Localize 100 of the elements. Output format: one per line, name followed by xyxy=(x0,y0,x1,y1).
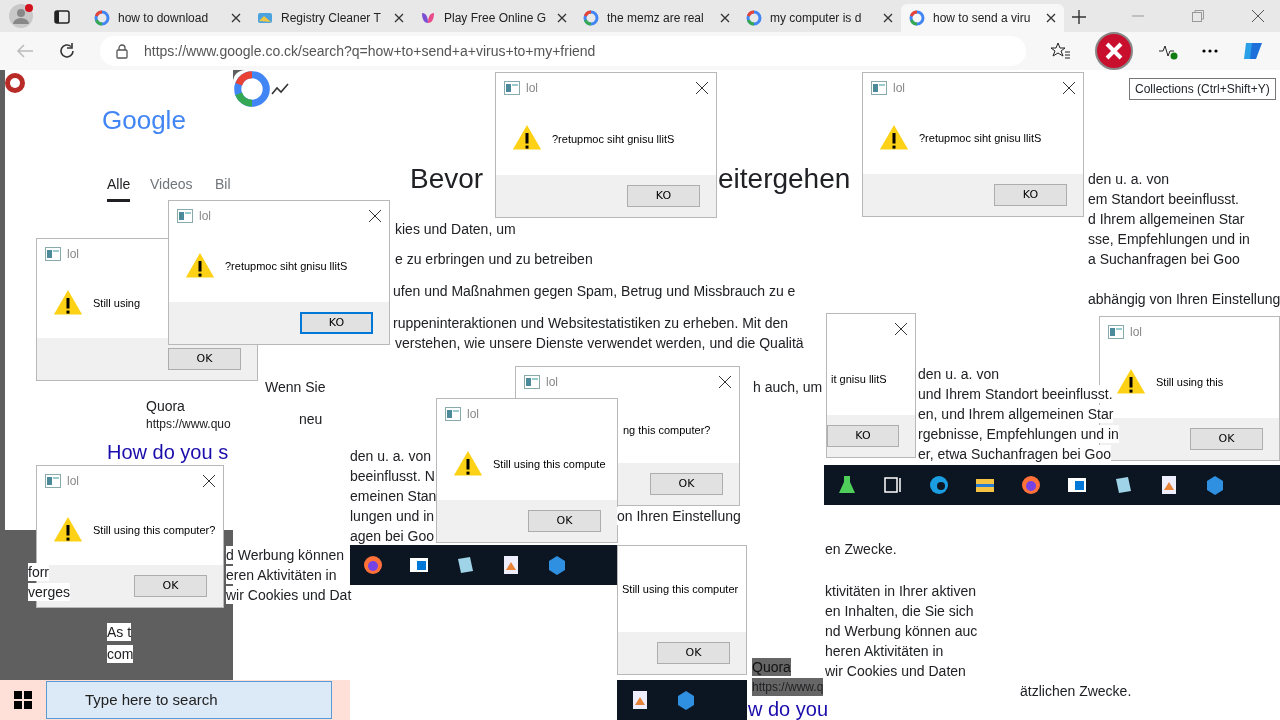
heading: Bevor xyxy=(410,162,484,196)
text-fragment: d Ihrem allgemeinen Star xyxy=(1088,210,1245,228)
flask-icon[interactable] xyxy=(836,474,858,496)
browser-tab[interactable]: Registry Cleaner T xyxy=(249,4,412,32)
text-fragment: com xyxy=(107,645,134,663)
butterfly-icon xyxy=(420,10,436,26)
ok-button[interactable]: KO xyxy=(627,185,700,207)
cube-icon[interactable] xyxy=(546,554,568,576)
browser-tab[interactable]: my computer is d xyxy=(738,4,901,32)
logo-icon xyxy=(233,70,271,108)
text-fragment: lungen und in xyxy=(350,507,435,525)
tab-actions-icon[interactable] xyxy=(54,8,70,25)
dialog-title: lol xyxy=(67,246,79,263)
text-fragment: sse, Empfehlungen und in xyxy=(1088,230,1250,248)
fox-icon[interactable] xyxy=(362,554,384,576)
ok-button[interactable]: OK xyxy=(657,642,730,664)
close-icon[interactable] xyxy=(696,82,708,94)
ok-button[interactable]: OK xyxy=(528,510,601,532)
text-fragment: verstehen, wie unsere Dienste verwendet werden, und die Qualitä xyxy=(395,334,804,352)
heading: eitergehen xyxy=(718,162,851,196)
logo-icon xyxy=(746,10,762,26)
logo-icon xyxy=(94,10,110,26)
close-icon[interactable] xyxy=(883,13,893,23)
close-icon[interactable] xyxy=(895,323,907,335)
text-fragment: agen bei Goo xyxy=(350,527,435,545)
favorites-icon[interactable] xyxy=(1050,42,1070,60)
task-view-icon[interactable] xyxy=(882,474,904,496)
close-icon[interactable] xyxy=(557,13,567,23)
text-fragment: h auch, um xyxy=(753,378,823,396)
browser-tab[interactable]: how to download xyxy=(86,4,249,32)
browser-tab[interactable]: the memz are real xyxy=(575,4,738,32)
dialog-title: lol xyxy=(67,473,79,490)
close-icon[interactable] xyxy=(394,13,404,23)
ok-button[interactable]: OK xyxy=(134,575,207,597)
dialog-message: ?retupmoc siht gnisu llitS xyxy=(225,259,348,275)
text-fragment: verges xyxy=(28,583,71,601)
dialog-title: lol xyxy=(1130,324,1142,341)
close-icon[interactable] xyxy=(231,13,241,23)
avatar-icon[interactable] xyxy=(8,3,34,29)
reload-icon[interactable] xyxy=(58,42,76,60)
dialog-title: lol xyxy=(199,208,211,225)
fox-icon[interactable] xyxy=(1020,474,1042,496)
text-fragment: en Inhalten, die Sie sich xyxy=(825,602,974,620)
app-icon xyxy=(871,81,887,95)
ok-button[interactable]: KO xyxy=(827,425,899,447)
tooltip: Collections (Ctrl+Shift+Y) xyxy=(1129,78,1276,100)
trend-icon xyxy=(271,83,289,95)
close-icon[interactable] xyxy=(369,210,381,222)
logo-icon xyxy=(909,10,925,26)
cube-icon[interactable] xyxy=(675,689,697,711)
site-name: Quora xyxy=(752,658,791,676)
text-fragment: rgebnisse, Empfehlungen und in xyxy=(918,425,1119,443)
ok-button[interactable]: OK xyxy=(1190,428,1263,450)
close-icon[interactable] xyxy=(1063,82,1075,94)
error-icon[interactable] xyxy=(1094,31,1134,71)
text-fragment: kies und Daten, um xyxy=(395,220,516,238)
text-fragment: ufen und Maßnahmen gegen Spam, Betrug und Missbrauch zu e xyxy=(393,282,796,300)
app-icon xyxy=(1108,325,1124,339)
dialog-title: lol xyxy=(893,80,905,97)
dialog-message: it gnisu llitS xyxy=(831,372,887,388)
browser-tab[interactable]: how to send a viru xyxy=(901,4,1064,32)
ok-button[interactable]: OK xyxy=(650,473,723,495)
close-icon[interactable] xyxy=(720,13,730,23)
close-icon[interactable] xyxy=(203,475,215,487)
text-fragment: eren Aktivitäten in xyxy=(226,566,337,584)
text-fragment: forr xyxy=(28,563,49,581)
dialog-message: ?retupmoc siht gnisu llitS xyxy=(552,131,675,147)
text-fragment: e zu erbringen und zu betreiben xyxy=(395,250,593,268)
dialog-message: Still using this compute xyxy=(493,457,606,473)
cube-icon[interactable] xyxy=(1204,474,1226,496)
text-fragment: As t xyxy=(107,623,132,641)
search-field[interactable]: Type here to search xyxy=(46,681,332,719)
result-title[interactable]: w do you xyxy=(748,700,829,718)
search-tab[interactable]: Alle xyxy=(107,175,131,202)
windows-icon[interactable] xyxy=(14,691,32,709)
browser-icon[interactable] xyxy=(928,474,950,496)
ok-button[interactable]: OK xyxy=(168,348,241,370)
dialog-message: Still using this computer? xyxy=(93,523,216,539)
close-icon[interactable] xyxy=(1046,13,1056,23)
app-icon xyxy=(45,247,61,261)
new-tab-icon[interactable] xyxy=(1072,9,1086,24)
browser-tab[interactable]: Play Free Online G xyxy=(412,4,575,32)
text-fragment: en, und Ihrem allgemeinen Star xyxy=(918,405,1114,423)
dialog-title: lol xyxy=(526,80,538,97)
logo: Google xyxy=(102,105,186,135)
close-icon[interactable] xyxy=(1252,10,1264,22)
app-icon xyxy=(524,375,540,389)
more-icon[interactable] xyxy=(1202,49,1218,53)
search-tab[interactable]: Videos xyxy=(150,175,193,199)
result-title[interactable]: How do you s xyxy=(107,440,229,464)
ok-button[interactable]: KO xyxy=(994,184,1067,206)
ok-button[interactable]: KO xyxy=(300,312,373,334)
dialog-message: Still using this computer xyxy=(622,581,739,597)
close-icon[interactable] xyxy=(719,376,731,388)
lock-icon xyxy=(116,43,128,59)
text-fragment: ruppeninteraktionen und Websitestatistiken zu erheben. Mit den xyxy=(393,314,789,332)
search-tab[interactable]: Bil xyxy=(215,175,231,199)
app-icon xyxy=(45,474,61,488)
text-fragment: a Suchanfragen bei Goo xyxy=(1088,250,1240,268)
text-fragment: und Ihrem Standort beeinflusst. xyxy=(918,385,1113,403)
